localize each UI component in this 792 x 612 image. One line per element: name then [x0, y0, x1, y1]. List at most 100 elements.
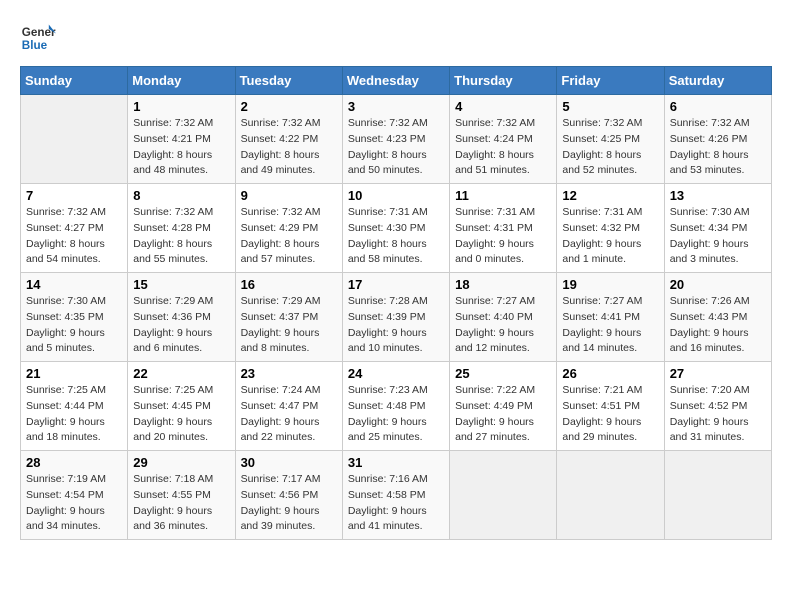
day-number: 28 [26, 455, 122, 470]
day-number: 14 [26, 277, 122, 292]
calendar-week-row: 7 Sunrise: 7:32 AMSunset: 4:27 PMDaylight… [21, 184, 772, 273]
calendar-cell [450, 451, 557, 540]
day-number: 7 [26, 188, 122, 203]
calendar-cell: 10 Sunrise: 7:31 AMSunset: 4:30 PMDayligh… [342, 184, 449, 273]
day-info: Sunrise: 7:19 AMSunset: 4:54 PMDaylight:… [26, 472, 122, 535]
calendar-week-row: 14 Sunrise: 7:30 AMSunset: 4:35 PMDayligh… [21, 273, 772, 362]
day-number: 22 [133, 366, 229, 381]
page-header: General Blue [20, 20, 772, 56]
day-info: Sunrise: 7:16 AMSunset: 4:58 PMDaylight:… [348, 472, 444, 535]
day-info: Sunrise: 7:24 AMSunset: 4:47 PMDaylight:… [241, 383, 337, 446]
day-number: 4 [455, 99, 551, 114]
day-info: Sunrise: 7:17 AMSunset: 4:56 PMDaylight:… [241, 472, 337, 535]
calendar-cell: 14 Sunrise: 7:30 AMSunset: 4:35 PMDayligh… [21, 273, 128, 362]
calendar-cell: 11 Sunrise: 7:31 AMSunset: 4:31 PMDayligh… [450, 184, 557, 273]
day-number: 13 [670, 188, 766, 203]
day-number: 3 [348, 99, 444, 114]
day-info: Sunrise: 7:31 AMSunset: 4:31 PMDaylight:… [455, 205, 551, 268]
day-number: 18 [455, 277, 551, 292]
weekday-header: Wednesday [342, 67, 449, 95]
day-info: Sunrise: 7:32 AMSunset: 4:22 PMDaylight:… [241, 116, 337, 179]
day-number: 10 [348, 188, 444, 203]
day-number: 26 [562, 366, 658, 381]
day-number: 19 [562, 277, 658, 292]
calendar-cell: 25Sunrise: 7:22 AMSunset: 4:49 PMDayligh… [450, 362, 557, 451]
calendar-week-row: 21 Sunrise: 7:25 AMSunset: 4:44 PMDayligh… [21, 362, 772, 451]
day-info: Sunrise: 7:32 AMSunset: 4:21 PMDaylight:… [133, 116, 229, 179]
day-number: 12 [562, 188, 658, 203]
calendar-cell: 6 Sunrise: 7:32 AMSunset: 4:26 PMDaylight… [664, 95, 771, 184]
day-number: 16 [241, 277, 337, 292]
day-number: 20 [670, 277, 766, 292]
day-info: Sunrise: 7:25 AMSunset: 4:44 PMDaylight:… [26, 383, 122, 446]
day-info: Sunrise: 7:27 AMSunset: 4:41 PMDaylight:… [562, 294, 658, 357]
svg-text:Blue: Blue [22, 39, 48, 52]
calendar-cell: 24Sunrise: 7:23 AMSunset: 4:48 PMDayligh… [342, 362, 449, 451]
calendar-cell: 16 Sunrise: 7:29 AMSunset: 4:37 PMDayligh… [235, 273, 342, 362]
day-number: 6 [670, 99, 766, 114]
day-info: Sunrise: 7:32 AMSunset: 4:26 PMDaylight:… [670, 116, 766, 179]
day-number: 27 [670, 366, 766, 381]
day-number: 11 [455, 188, 551, 203]
calendar-cell: 5 Sunrise: 7:32 AMSunset: 4:25 PMDaylight… [557, 95, 664, 184]
day-info: Sunrise: 7:32 AMSunset: 4:25 PMDaylight:… [562, 116, 658, 179]
day-number: 17 [348, 277, 444, 292]
weekday-header: Sunday [21, 67, 128, 95]
day-number: 23 [241, 366, 337, 381]
day-info: Sunrise: 7:32 AMSunset: 4:29 PMDaylight:… [241, 205, 337, 268]
calendar-cell: 1Sunrise: 7:32 AMSunset: 4:21 PMDaylight… [128, 95, 235, 184]
day-number: 29 [133, 455, 229, 470]
calendar-cell: 28 Sunrise: 7:19 AMSunset: 4:54 PMDayligh… [21, 451, 128, 540]
calendar-cell: 2 Sunrise: 7:32 AMSunset: 4:22 PMDaylight… [235, 95, 342, 184]
day-info: Sunrise: 7:28 AMSunset: 4:39 PMDaylight:… [348, 294, 444, 357]
day-number: 24 [348, 366, 444, 381]
calendar-cell: 4Sunrise: 7:32 AMSunset: 4:24 PMDaylight… [450, 95, 557, 184]
weekday-header: Monday [128, 67, 235, 95]
day-info: Sunrise: 7:32 AMSunset: 4:27 PMDaylight:… [26, 205, 122, 268]
calendar-cell: 26Sunrise: 7:21 AMSunset: 4:51 PMDayligh… [557, 362, 664, 451]
weekday-header: Tuesday [235, 67, 342, 95]
day-info: Sunrise: 7:30 AMSunset: 4:35 PMDaylight:… [26, 294, 122, 357]
logo-icon: General Blue [20, 20, 56, 56]
calendar-cell: 23 Sunrise: 7:24 AMSunset: 4:47 PMDayligh… [235, 362, 342, 451]
day-info: Sunrise: 7:31 AMSunset: 4:32 PMDaylight:… [562, 205, 658, 268]
day-number: 21 [26, 366, 122, 381]
calendar-cell: 19 Sunrise: 7:27 AMSunset: 4:41 PMDayligh… [557, 273, 664, 362]
logo: General Blue [20, 20, 56, 56]
calendar-cell: 8Sunrise: 7:32 AMSunset: 4:28 PMDaylight… [128, 184, 235, 273]
calendar-cell: 30 Sunrise: 7:17 AMSunset: 4:56 PMDayligh… [235, 451, 342, 540]
weekday-header: Thursday [450, 67, 557, 95]
calendar-cell: 18 Sunrise: 7:27 AMSunset: 4:40 PMDayligh… [450, 273, 557, 362]
day-info: Sunrise: 7:26 AMSunset: 4:43 PMDaylight:… [670, 294, 766, 357]
weekday-header: Friday [557, 67, 664, 95]
calendar-cell: 21 Sunrise: 7:25 AMSunset: 4:44 PMDayligh… [21, 362, 128, 451]
day-info: Sunrise: 7:29 AMSunset: 4:36 PMDaylight:… [133, 294, 229, 357]
day-info: Sunrise: 7:29 AMSunset: 4:37 PMDaylight:… [241, 294, 337, 357]
calendar-cell [557, 451, 664, 540]
day-info: Sunrise: 7:18 AMSunset: 4:55 PMDaylight:… [133, 472, 229, 535]
calendar-cell: 15 Sunrise: 7:29 AMSunset: 4:36 PMDayligh… [128, 273, 235, 362]
day-info: Sunrise: 7:30 AMSunset: 4:34 PMDaylight:… [670, 205, 766, 268]
calendar-cell: 20 Sunrise: 7:26 AMSunset: 4:43 PMDayligh… [664, 273, 771, 362]
day-info: Sunrise: 7:20 AMSunset: 4:52 PMDaylight:… [670, 383, 766, 446]
day-number: 30 [241, 455, 337, 470]
day-info: Sunrise: 7:31 AMSunset: 4:30 PMDaylight:… [348, 205, 444, 268]
day-number: 15 [133, 277, 229, 292]
day-info: Sunrise: 7:25 AMSunset: 4:45 PMDaylight:… [133, 383, 229, 446]
calendar-cell: 7 Sunrise: 7:32 AMSunset: 4:27 PMDaylight… [21, 184, 128, 273]
calendar-cell: 27 Sunrise: 7:20 AMSunset: 4:52 PMDayligh… [664, 362, 771, 451]
calendar-cell: 31Sunrise: 7:16 AMSunset: 4:58 PMDayligh… [342, 451, 449, 540]
day-info: Sunrise: 7:27 AMSunset: 4:40 PMDaylight:… [455, 294, 551, 357]
day-info: Sunrise: 7:32 AMSunset: 4:28 PMDaylight:… [133, 205, 229, 268]
calendar-cell: 9 Sunrise: 7:32 AMSunset: 4:29 PMDaylight… [235, 184, 342, 273]
day-number: 25 [455, 366, 551, 381]
calendar-cell: 17 Sunrise: 7:28 AMSunset: 4:39 PMDayligh… [342, 273, 449, 362]
day-number: 2 [241, 99, 337, 114]
calendar-cell [664, 451, 771, 540]
day-number: 9 [241, 188, 337, 203]
calendar-table: SundayMondayTuesdayWednesdayThursdayFrid… [20, 66, 772, 540]
day-number: 5 [562, 99, 658, 114]
weekday-header: Saturday [664, 67, 771, 95]
calendar-cell: 29 Sunrise: 7:18 AMSunset: 4:55 PMDayligh… [128, 451, 235, 540]
calendar-cell [21, 95, 128, 184]
